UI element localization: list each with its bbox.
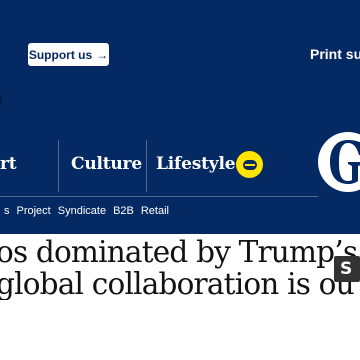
- article-headline[interactable]: os dominated by Trump’s second global co…: [0, 236, 356, 300]
- side-badge-icon[interactable]: S: [334, 256, 360, 282]
- nav-item-lifestyle[interactable]: Lifestyle: [156, 154, 236, 174]
- top-header: Support us → Print sub rt Culture Lifest…: [0, 0, 360, 234]
- headline-line: global collaboration is out: [0, 267, 356, 300]
- support-us-button[interactable]: Support us →: [28, 43, 109, 66]
- subnav-item-syndicate[interactable]: Syndicate: [58, 205, 106, 217]
- subnav-item[interactable]: s: [4, 205, 10, 217]
- arrow-right-icon: →: [96, 47, 109, 62]
- print-subscriptions-link[interactable]: Print sub: [310, 46, 360, 62]
- search-icon[interactable]: [236, 151, 263, 178]
- divider: [0, 95, 2, 105]
- nav-item-sport[interactable]: rt: [0, 154, 17, 174]
- subnav-item-project[interactable]: Project: [17, 205, 51, 217]
- nav-divider: [146, 140, 147, 192]
- subnav-divider: [0, 196, 318, 197]
- subnav: s Project Syndicate B2B Retail: [4, 205, 169, 217]
- nav-divider: [58, 140, 59, 192]
- subnav-item-b2b[interactable]: B2B: [113, 205, 134, 217]
- headline-line: os dominated by Trump’s second: [0, 236, 356, 269]
- nav-item-culture[interactable]: Culture: [71, 154, 142, 174]
- subnav-item-retail[interactable]: Retail: [141, 205, 169, 217]
- guardian-g-logo[interactable]: [318, 128, 360, 196]
- support-us-label: Support us: [28, 47, 93, 62]
